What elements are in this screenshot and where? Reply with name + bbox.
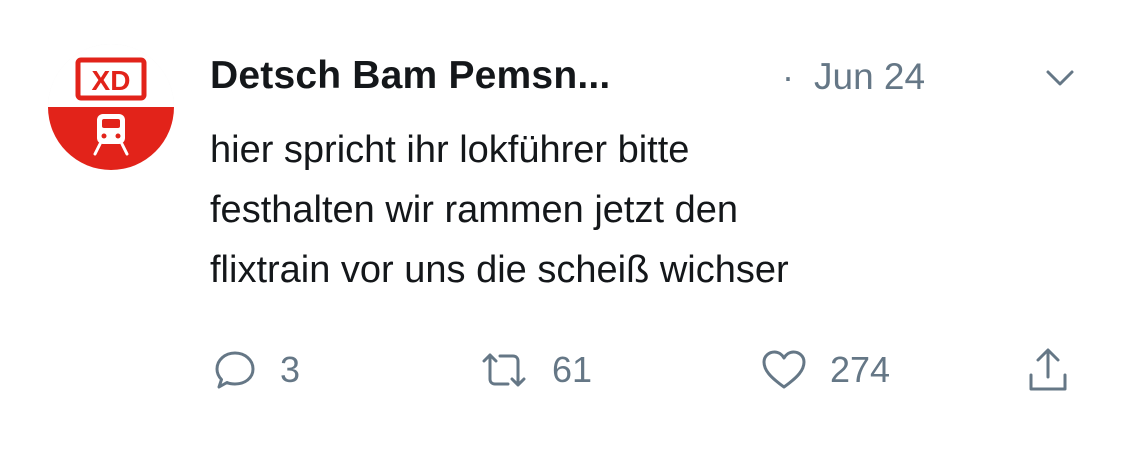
reply-count: 3 xyxy=(280,349,301,390)
logo-text: XD xyxy=(92,65,131,96)
retweet-icon xyxy=(478,347,530,393)
chevron-down-icon[interactable] xyxy=(1042,60,1078,96)
like-count: 274 xyxy=(830,349,891,390)
like-button[interactable]: 274 xyxy=(760,340,890,400)
reply-button[interactable]: 3 xyxy=(212,340,300,400)
tweet-text-line: hier spricht ihr lokführer bitte xyxy=(210,129,690,171)
share-button[interactable] xyxy=(1026,340,1070,400)
separator-dot: · xyxy=(782,56,794,97)
tweet-text-line: festhalten wir rammen jetzt den xyxy=(210,189,739,231)
retweet-count: 61 xyxy=(552,349,593,390)
display-name[interactable]: Detsch Bam Pemsn... xyxy=(210,54,610,98)
brand-logo: XD xyxy=(48,44,174,170)
share-icon xyxy=(1026,345,1070,395)
tweet-text: hier spricht ihr lokführer bitte festhal… xyxy=(210,120,1090,300)
tweet-header: Detsch Bam Pemsn... · Jun 24 xyxy=(210,50,1090,106)
retweet-button[interactable]: 61 xyxy=(478,340,592,400)
tweet-text-line: flixtrain vor uns die scheiß wichser xyxy=(210,249,789,291)
tweet[interactable]: XD Detsch Bam Pemsn... · Jun 24 hier spr… xyxy=(0,0,1131,462)
tweet-actions: 3 61 274 xyxy=(200,340,1100,400)
reply-icon xyxy=(212,347,258,393)
tweet-date[interactable]: Jun 24 xyxy=(814,56,925,98)
avatar[interactable]: XD xyxy=(48,44,174,170)
heart-icon xyxy=(760,347,808,393)
